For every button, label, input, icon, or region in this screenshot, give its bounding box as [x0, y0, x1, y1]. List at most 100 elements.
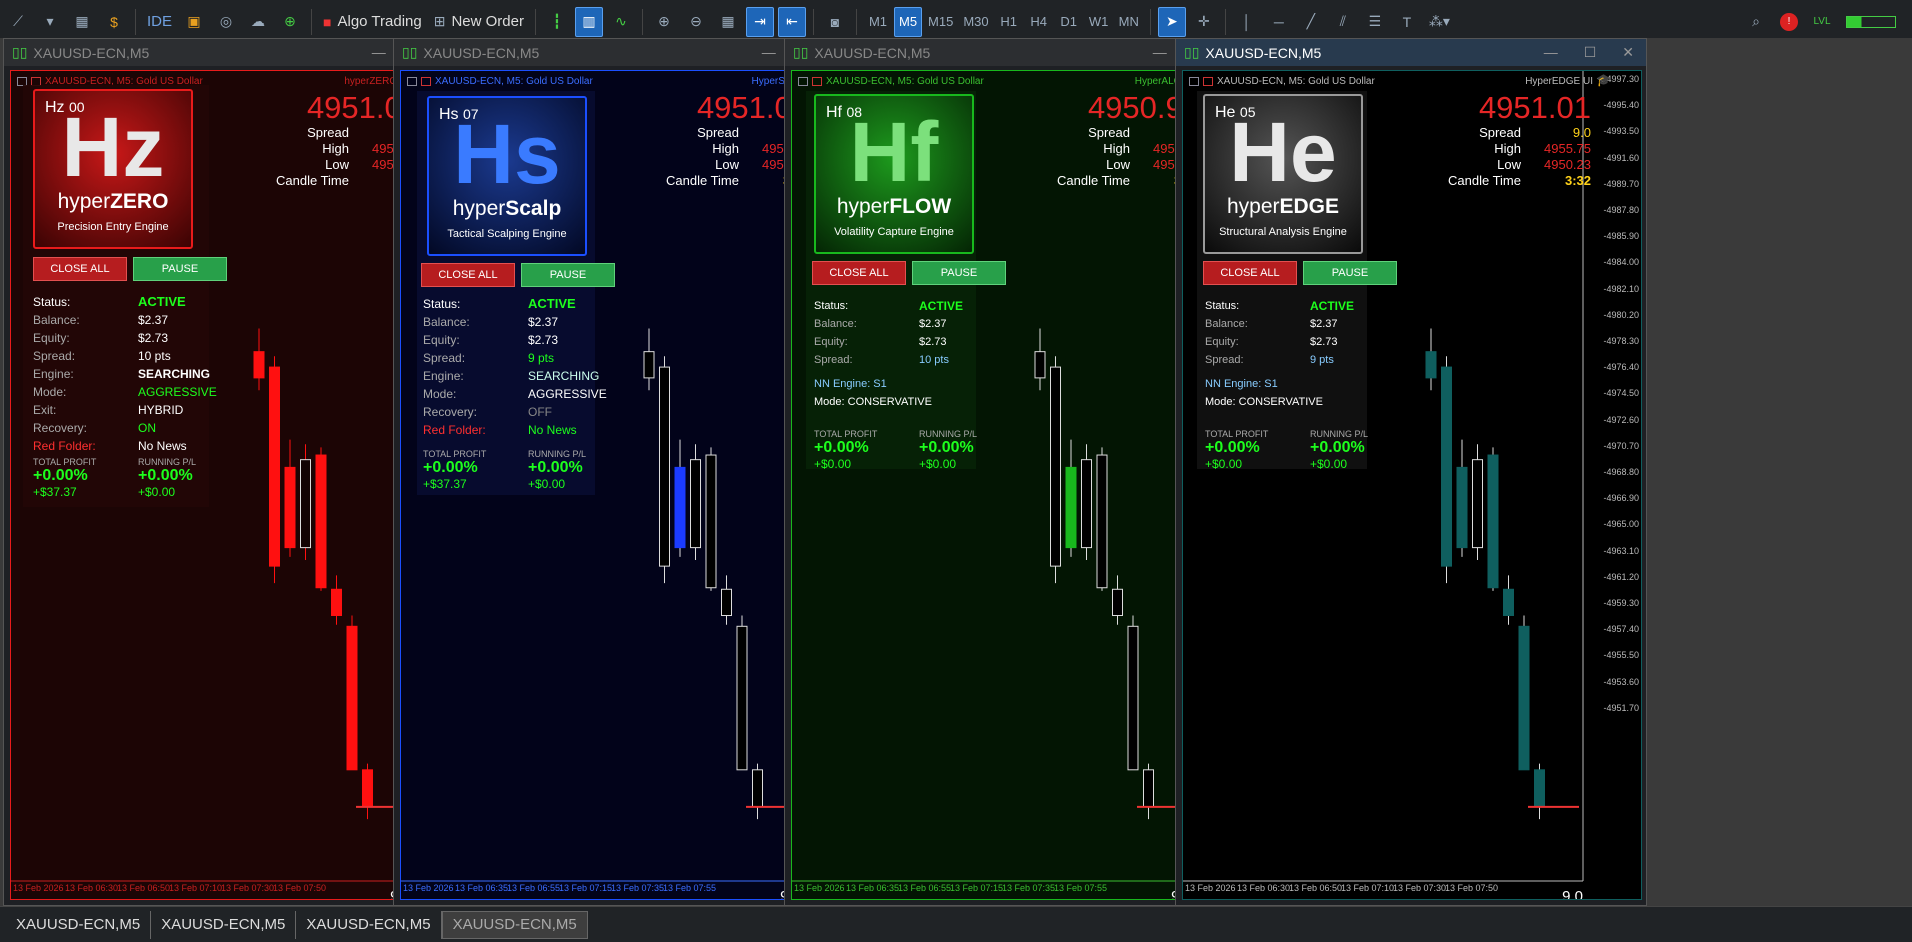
- add-circle-icon[interactable]: ⊕: [276, 7, 304, 37]
- ea-cap-icon[interactable]: 🎓: [1596, 73, 1611, 87]
- stat-label: Spread:: [814, 354, 853, 366]
- ide-button[interactable]: IDE: [143, 7, 176, 37]
- running-pl-usd: +$0.00: [919, 457, 957, 471]
- menu-icon[interactable]: [407, 77, 417, 86]
- grid-icon[interactable]: ▦: [714, 7, 742, 37]
- timeframe-h4[interactable]: H4: [1025, 7, 1053, 37]
- pause-button[interactable]: PAUSE: [133, 257, 227, 281]
- stat-row: Recovery: OFF: [423, 403, 607, 421]
- price-tick: -4991.60: [1603, 152, 1639, 163]
- trendline-icon[interactable]: ╱: [1297, 7, 1325, 37]
- close-all-button[interactable]: CLOSE ALL: [1203, 261, 1297, 285]
- stat-row: Equity: $2.73: [423, 331, 607, 349]
- logo-num: 08: [846, 104, 863, 120]
- pause-button[interactable]: PAUSE: [1303, 261, 1397, 285]
- autoscroll-icon[interactable]: ⇥: [745, 6, 774, 37]
- menu-icon[interactable]: [798, 77, 808, 86]
- timeframe-m1[interactable]: M1: [864, 7, 892, 37]
- running-pl-label: RUNNING P/L: [919, 429, 978, 439]
- fibo-icon[interactable]: ☰: [1361, 7, 1389, 37]
- minimize-icon[interactable]: —: [1153, 44, 1167, 61]
- mode-line: Mode: CONSERVATIVE: [1205, 396, 1323, 408]
- logo-symbol: He 05: [1215, 104, 1255, 122]
- channel-icon[interactable]: ⫽: [1329, 7, 1357, 37]
- stat-value: ACTIVE: [1310, 299, 1355, 313]
- signal-icon[interactable]: ◎: [212, 7, 240, 37]
- pause-button[interactable]: PAUSE: [521, 263, 615, 287]
- stat-label: Spread:: [423, 351, 466, 365]
- screenshot-icon[interactable]: ◙: [821, 7, 849, 37]
- new-order-button[interactable]: ⊞ New Order: [430, 7, 528, 37]
- template-icon[interactable]: ▦: [68, 7, 96, 37]
- stat-value: $2.73: [1310, 336, 1338, 348]
- stat-label: Red Folder:: [423, 423, 486, 437]
- timeframe-mn[interactable]: MN: [1115, 7, 1143, 37]
- timeframe-m30[interactable]: M30: [959, 7, 992, 37]
- stat-label: Equity:: [423, 333, 460, 347]
- time-tick: 13 Feb 07:30: [1393, 883, 1447, 893]
- cursor-icon[interactable]: ➤: [1157, 6, 1186, 37]
- notification-icon[interactable]: !: [1780, 12, 1798, 31]
- cloud-icon[interactable]: ☁: [244, 7, 272, 37]
- close-icon[interactable]: ✕: [1622, 44, 1634, 61]
- time-tick: 13 Feb 2026: [794, 883, 845, 893]
- chart-tab[interactable]: XAUUSD-ECN,M5: [296, 910, 442, 939]
- crosshair-icon[interactable]: ✛: [1190, 7, 1218, 37]
- vertical-line-icon[interactable]: │: [1233, 7, 1261, 37]
- window-caption[interactable]: ▯▯ XAUUSD-ECN,M5 — ☐ ✕: [1176, 39, 1646, 66]
- chart-dropdown-icon[interactable]: ▾: [36, 7, 64, 37]
- menu-icon[interactable]: [1189, 77, 1199, 86]
- minimize-icon[interactable]: —: [372, 44, 386, 61]
- candle-body: [1425, 351, 1437, 379]
- price-chart[interactable]: -4997.30-4995.40-4993.50-4991.60-4989.70…: [1182, 70, 1642, 900]
- text-icon[interactable]: T: [1393, 7, 1421, 37]
- zoom-out-icon[interactable]: ⊖: [682, 7, 710, 37]
- timeframe-h1[interactable]: H1: [995, 7, 1023, 37]
- line-chart-icon[interactable]: ∿: [607, 7, 635, 37]
- close-all-button[interactable]: CLOSE ALL: [812, 261, 906, 285]
- high-label: High: [1494, 141, 1521, 156]
- stat-label: Status:: [33, 295, 71, 309]
- candle-body: [1518, 625, 1530, 771]
- symbol-text: XAUUSD-ECN, M5: Gold US Dollar: [826, 76, 984, 87]
- dollar-icon[interactable]: $: [100, 7, 128, 37]
- chart-tab[interactable]: XAUUSD-ECN,M5: [6, 910, 152, 939]
- low-label: Low: [1497, 157, 1521, 172]
- bag-icon[interactable]: ▣: [180, 7, 208, 37]
- time-tick: 13 Feb 06:30: [65, 883, 119, 893]
- algo-trading-button[interactable]: ■ Algo Trading: [319, 7, 426, 37]
- timeframe-w1[interactable]: W1: [1085, 7, 1113, 37]
- total-profit-label: TOTAL PROFIT: [33, 457, 97, 467]
- close-all-button[interactable]: CLOSE ALL: [421, 263, 515, 287]
- minimize-icon[interactable]: —: [762, 44, 776, 61]
- close-all-button[interactable]: CLOSE ALL: [33, 257, 127, 281]
- maximize-icon[interactable]: ☐: [1584, 44, 1597, 61]
- minimize-icon[interactable]: —: [1544, 44, 1558, 61]
- candle-body: [736, 625, 748, 771]
- time-tick: 13 Feb 06:50: [1289, 883, 1343, 893]
- logo-name: hyperScalp: [453, 198, 562, 220]
- timeframe-d1[interactable]: D1: [1055, 7, 1083, 37]
- chart-tab[interactable]: XAUUSD-ECN,M5: [151, 910, 297, 939]
- chart-tab[interactable]: XAUUSD-ECN,M5: [441, 910, 588, 939]
- timeframe-m15[interactable]: M15: [924, 7, 957, 37]
- stat-label: Equity:: [33, 331, 70, 345]
- signal-strength-icon[interactable]: LVL: [1808, 7, 1836, 37]
- price-tick: -4987.80: [1603, 205, 1639, 215]
- stat-value: SEARCHING: [138, 367, 211, 381]
- chart-window-4[interactable]: ▯▯ XAUUSD-ECN,M5— ☐ ✕ -4997.30 -4995.40 -4993.…: [1175, 38, 1647, 906]
- shapes-icon[interactable]: ⁂▾: [1425, 7, 1454, 37]
- zoom-in-icon[interactable]: ⊕: [650, 7, 678, 37]
- stat-row: Status: ACTIVE: [1205, 297, 1354, 315]
- stat-label: Recovery:: [423, 405, 478, 419]
- time-tick: 13 Feb 07:55: [663, 883, 717, 893]
- stat-value: ACTIVE: [919, 299, 964, 313]
- chart-type-icon[interactable]: ⟋: [4, 7, 32, 37]
- horizontal-line-icon[interactable]: ─: [1265, 7, 1293, 37]
- chart-shift-icon[interactable]: ⇤: [777, 6, 806, 37]
- timeframe-m5[interactable]: M5: [893, 6, 923, 37]
- bar-chart-icon[interactable]: ┇: [543, 7, 571, 37]
- search-icon[interactable]: ⌕: [1742, 7, 1770, 37]
- pause-button[interactable]: PAUSE: [912, 261, 1006, 285]
- candle-chart-icon[interactable]: ▥: [574, 6, 603, 37]
